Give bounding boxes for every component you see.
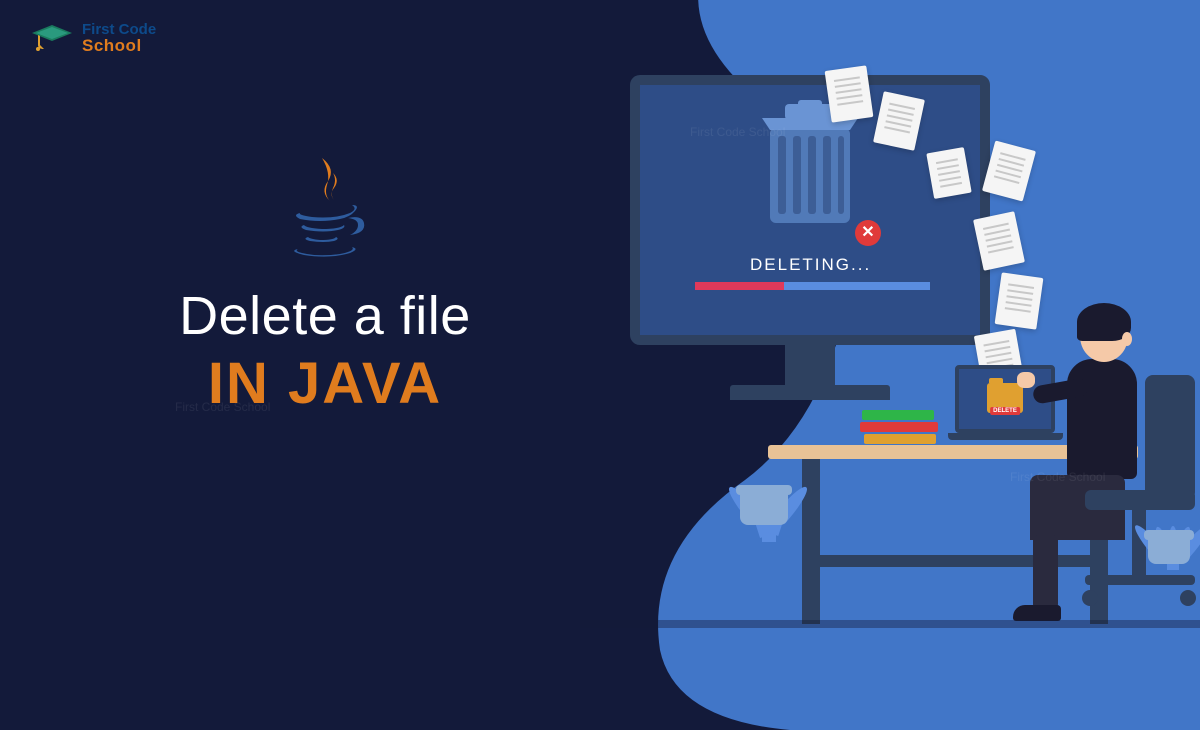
chair-base	[1085, 575, 1195, 585]
monitor-stand	[785, 345, 835, 390]
person-shoe	[1013, 605, 1061, 621]
person-ear	[1122, 332, 1132, 346]
person-hand	[1017, 372, 1035, 388]
plant-decoration	[1148, 530, 1190, 564]
person-shin	[1033, 535, 1058, 610]
plant-pot	[740, 485, 788, 525]
java-logo-icon	[280, 155, 370, 265]
brand-logo: First Code School	[30, 22, 156, 54]
person-torso	[1067, 359, 1137, 479]
illustration-scene: ✕ DELETING... DELETE	[580, 0, 1200, 628]
progress-fill	[695, 282, 784, 290]
file-doc-icon	[926, 147, 971, 199]
deleting-status-text: DELETING...	[750, 255, 871, 275]
desk-crossbar	[802, 555, 1108, 567]
person-head	[1080, 310, 1128, 362]
folder-icon: DELETE	[987, 383, 1023, 413]
chair-wheel	[1082, 590, 1098, 606]
file-doc-icon	[982, 140, 1036, 201]
person-illustration	[1055, 310, 1137, 479]
floor-line	[580, 620, 1200, 628]
logo-text-line1: First Code	[82, 22, 156, 37]
folder-delete-label: DELETE	[990, 407, 1020, 415]
file-doc-icon	[825, 65, 874, 122]
laptop-base	[948, 433, 1063, 440]
graduation-cap-icon	[30, 23, 74, 53]
progress-bar	[695, 282, 930, 290]
book-icon	[864, 434, 936, 444]
book-icon	[862, 410, 934, 420]
book-stack	[860, 410, 938, 446]
chair-seat	[1085, 490, 1195, 510]
chair-wheel	[1180, 590, 1196, 606]
desk-leg	[802, 459, 820, 624]
plant-pot	[1148, 530, 1190, 564]
logo-text-line2: School	[82, 37, 156, 54]
monitor-base	[730, 385, 890, 400]
title-line2: IN JAVA	[115, 350, 535, 417]
chair-back	[1145, 375, 1195, 500]
file-doc-icon	[995, 272, 1044, 329]
delete-badge-icon: ✕	[855, 220, 881, 246]
plant-decoration	[740, 485, 788, 525]
book-icon	[860, 422, 938, 432]
headline-block: Delete a file IN JAVA	[115, 155, 535, 417]
title-line1: Delete a file	[115, 285, 535, 347]
